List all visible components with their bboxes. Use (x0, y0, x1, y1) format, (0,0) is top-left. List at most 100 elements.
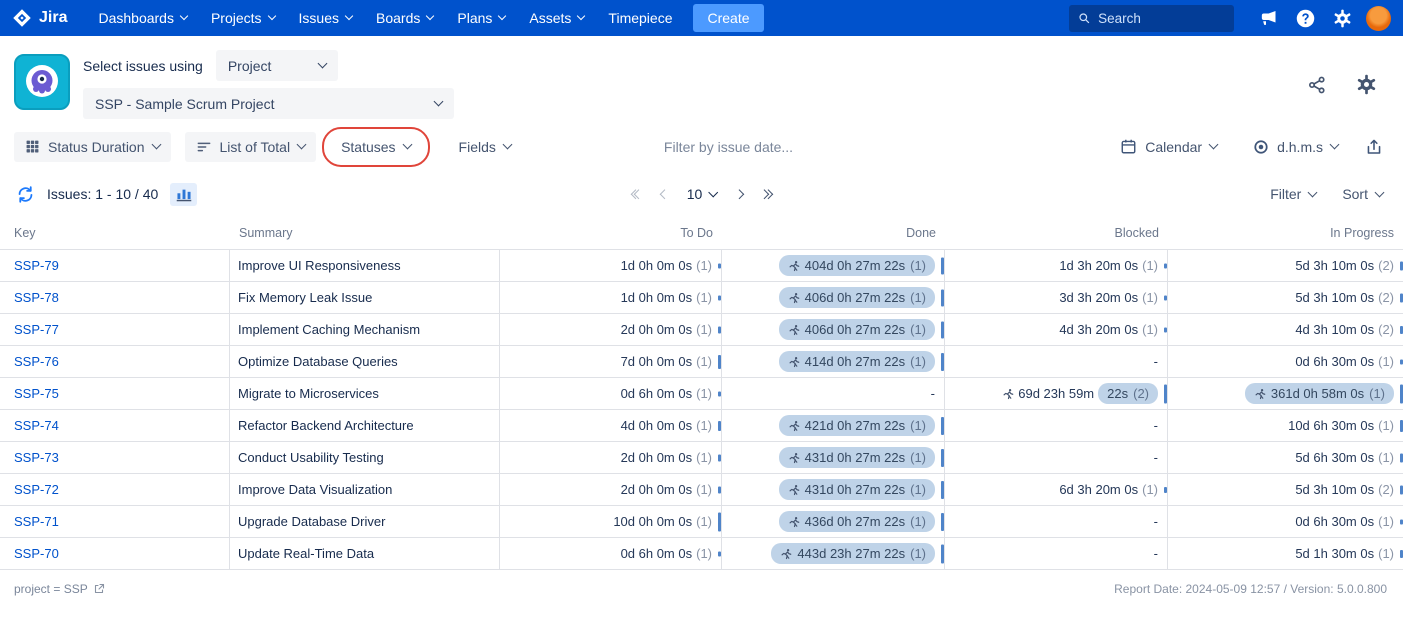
chevron-down-icon (1329, 139, 1340, 150)
pagination-row: Issues: 1 - 10 / 40 10 Filter Sort (0, 162, 1403, 206)
report-type-dropdown[interactable]: Status Duration (14, 131, 171, 162)
duration-bar-indicator (1164, 295, 1167, 300)
status-count: (1) (1378, 354, 1394, 369)
create-button[interactable]: Create (693, 4, 764, 32)
issue-key-link[interactable]: SSP-71 (14, 514, 59, 529)
settings-gear-icon[interactable] (1329, 5, 1355, 31)
next-page-button[interactable] (733, 189, 744, 199)
duration-value: - (1153, 354, 1158, 369)
issue-key-link[interactable]: SSP-76 (14, 354, 59, 369)
last-page-button[interactable] (759, 189, 773, 199)
first-page-button[interactable] (630, 189, 644, 199)
duration-cell-in-progress: 10d 6h 30m 0s (1) (1168, 410, 1403, 442)
nav-menu: Dashboards Projects Issues Boards Plans Asset… (87, 4, 683, 32)
nav-item-boards[interactable]: Boards (365, 4, 444, 32)
duration-pill: 406d 0h 27m 22s (1) (778, 319, 935, 340)
share-icon[interactable] (1305, 73, 1329, 97)
column-header-in-progress[interactable]: In Progress (1168, 220, 1403, 250)
nav-item-label: Assets (529, 10, 572, 26)
nav-item-projects[interactable]: Projects (200, 4, 286, 32)
nav-item-timepiece[interactable]: Timepiece (597, 4, 683, 32)
global-search[interactable] (1069, 4, 1234, 32)
status-count: (1) (696, 258, 712, 273)
statuses-dropdown[interactable]: Statuses (330, 132, 421, 162)
issue-key-link[interactable]: SSP-73 (14, 450, 59, 465)
column-header-done[interactable]: Done (722, 220, 945, 250)
project-select-dropdown[interactable]: SSP - Sample Scrum Project (83, 88, 454, 119)
issue-key-link[interactable]: SSP-78 (14, 290, 59, 305)
search-input[interactable] (1098, 10, 1225, 26)
issue-key-link[interactable]: SSP-75 (14, 386, 59, 401)
chevron-down-icon (179, 11, 189, 21)
list-mode-dropdown[interactable]: List of Total (184, 131, 317, 162)
column-header-key[interactable]: Key (0, 220, 230, 250)
nav-item-plans[interactable]: Plans (446, 4, 516, 32)
duration-value: - (930, 386, 935, 401)
issue-key-cell: SSP-70 (0, 538, 230, 570)
column-header-blocked[interactable]: Blocked (945, 220, 1168, 250)
issue-key-link[interactable]: SSP-70 (14, 546, 59, 561)
status-count: (1) (696, 418, 712, 433)
duration-format-dropdown[interactable]: d.h.m.s (1242, 132, 1349, 162)
status-count: (1) (696, 322, 712, 337)
fields-dropdown[interactable]: Fields (448, 132, 522, 162)
duration-value: 431d 0h 27m 22s (804, 482, 906, 497)
report-settings-gear-icon[interactable] (1353, 71, 1380, 98)
issue-key-link[interactable]: SSP-74 (14, 418, 59, 433)
duration-bar-indicator (718, 420, 721, 431)
duration-cell-in-progress: 5d 3h 10m 0s (2) (1168, 250, 1403, 282)
jira-logo[interactable]: Jira (12, 8, 67, 28)
announcements-megaphone-icon[interactable] (1255, 5, 1281, 31)
chevron-down-icon (151, 139, 161, 150)
nav-item-issues[interactable]: Issues (288, 4, 363, 32)
report-toolbar: Status Duration List of Total Statuses F… (0, 119, 1403, 167)
duration-value: 7d 0h 0m 0s (620, 354, 693, 369)
duration-pill: 431d 0h 27m 22s (1) (778, 447, 935, 468)
nav-right-cluster (1069, 4, 1391, 32)
column-header-to-do[interactable]: To Do (500, 220, 722, 250)
nav-item-dashboards[interactable]: Dashboards (87, 4, 198, 32)
issue-key-link[interactable]: SSP-77 (14, 322, 59, 337)
duration-cell-to-do: 4d 0h 0m 0s (1) (500, 410, 722, 442)
status-count: (1) (910, 354, 926, 369)
jira-logo-icon (13, 9, 31, 27)
duration-bar-indicator (941, 257, 944, 274)
status-count: (1) (910, 418, 926, 433)
status-count: (1) (1378, 514, 1394, 529)
chevron-left-icon (659, 189, 670, 199)
prev-page-button[interactable] (659, 189, 670, 199)
sort-dropdown[interactable]: Sort (1340, 182, 1385, 206)
chart-view-icon[interactable] (170, 182, 198, 206)
page-size-dropdown[interactable]: 10 (687, 186, 718, 202)
duration-format-label: d.h.m.s (1277, 138, 1323, 155)
jql-query-link[interactable]: project = SSP (14, 582, 105, 596)
duration-cell-done: 404d 0h 27m 22s (1) (722, 250, 945, 282)
duration-value: 6d 3h 20m 0s (1059, 482, 1139, 497)
refresh-icon[interactable] (14, 183, 37, 206)
duration-cell-blocked: - (945, 506, 1168, 538)
issue-key-cell: SSP-78 (0, 282, 230, 314)
issue-key-link[interactable]: SSP-79 (14, 258, 59, 273)
issue-source-value: Project (227, 57, 272, 74)
duration-value: 10d 6h 30m 0s (1288, 418, 1375, 433)
column-header-summary[interactable]: Summary (230, 220, 500, 250)
duration-value: - (1153, 418, 1158, 433)
export-icon[interactable] (1363, 136, 1385, 158)
issue-key-link[interactable]: SSP-72 (14, 482, 59, 497)
chevron-down-icon (296, 139, 307, 150)
issue-date-filter-input[interactable] (663, 138, 854, 155)
running-person-icon (789, 516, 799, 527)
duration-value: 5d 3h 10m 0s (1295, 290, 1375, 305)
duration-cell-blocked: 4d 3h 20m 0s (1) (945, 314, 1168, 346)
issue-source-dropdown[interactable]: Project (215, 50, 338, 81)
user-avatar[interactable] (1366, 5, 1391, 31)
calendar-dropdown[interactable]: Calendar (1109, 131, 1228, 162)
filter-dropdown[interactable]: Filter (1268, 182, 1318, 206)
nav-item-assets[interactable]: Assets (518, 4, 595, 32)
duration-cell-in-progress: 0d 6h 30m 0s (1) (1168, 506, 1403, 538)
duration-cell-blocked: - (945, 442, 1168, 474)
duration-bar-indicator (941, 416, 944, 435)
issue-summary-cell: Refactor Backend Architecture (230, 410, 500, 442)
help-icon[interactable] (1292, 5, 1318, 31)
pager: 10 (630, 186, 773, 202)
